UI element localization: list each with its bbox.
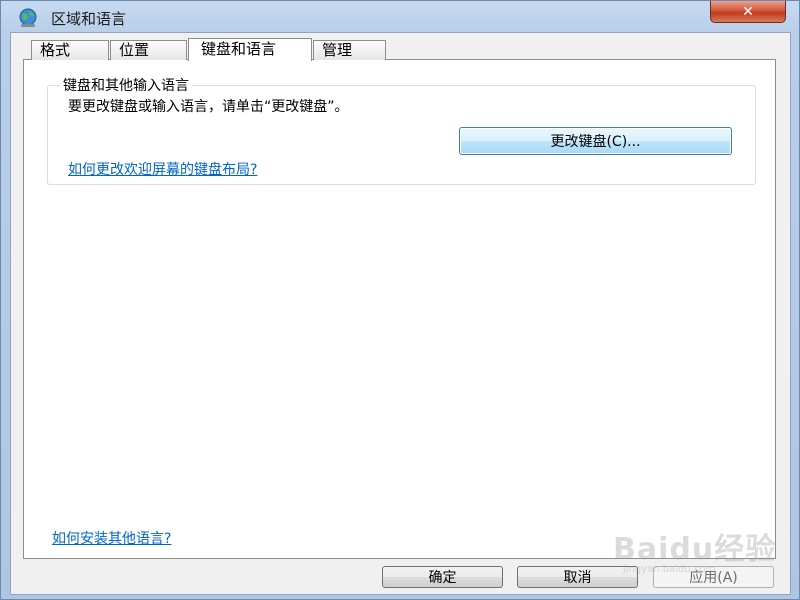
dialog-window: 区域和语言 ✕ 格式 位置 键盘和语言 管理 键盘和其他输入语言 要更改键盘或输… (0, 0, 800, 600)
tab-location[interactable]: 位置 (110, 40, 187, 60)
watermark: Baidu经验 jingyan.baidu.com (613, 516, 783, 576)
cancel-label: 取消 (563, 570, 592, 586)
watermark-text: Baidu经验 (613, 532, 777, 567)
globe-icon (19, 8, 37, 27)
close-icon: ✕ (742, 3, 754, 20)
ok-label: 确定 (428, 570, 457, 586)
watermark-subtext: jingyan.baidu.com (623, 564, 716, 575)
group-description: 要更改键盘或输入语言，请单击“更改键盘”。 (68, 99, 349, 115)
tab-administrative[interactable]: 管理 (313, 40, 386, 60)
welcome-screen-layout-link[interactable]: 如何更改欢迎屏幕的键盘布局? (68, 159, 257, 179)
close-button[interactable]: ✕ (710, 1, 786, 23)
install-languages-link[interactable]: 如何安装其他语言? (52, 528, 171, 548)
change-keyboards-label: 更改键盘(C)... (550, 134, 641, 150)
change-keyboards-button[interactable]: 更改键盘(C)... (459, 127, 732, 155)
ok-button[interactable]: 确定 (382, 566, 503, 588)
tab-formats[interactable]: 格式 (31, 40, 109, 60)
title-bar[interactable]: 区域和语言 ✕ (1, 1, 799, 31)
group-title: 键盘和其他输入语言 (60, 75, 192, 95)
tab-keyboards-languages[interactable]: 键盘和语言 (188, 38, 312, 61)
window-title: 区域和语言 (51, 10, 127, 28)
